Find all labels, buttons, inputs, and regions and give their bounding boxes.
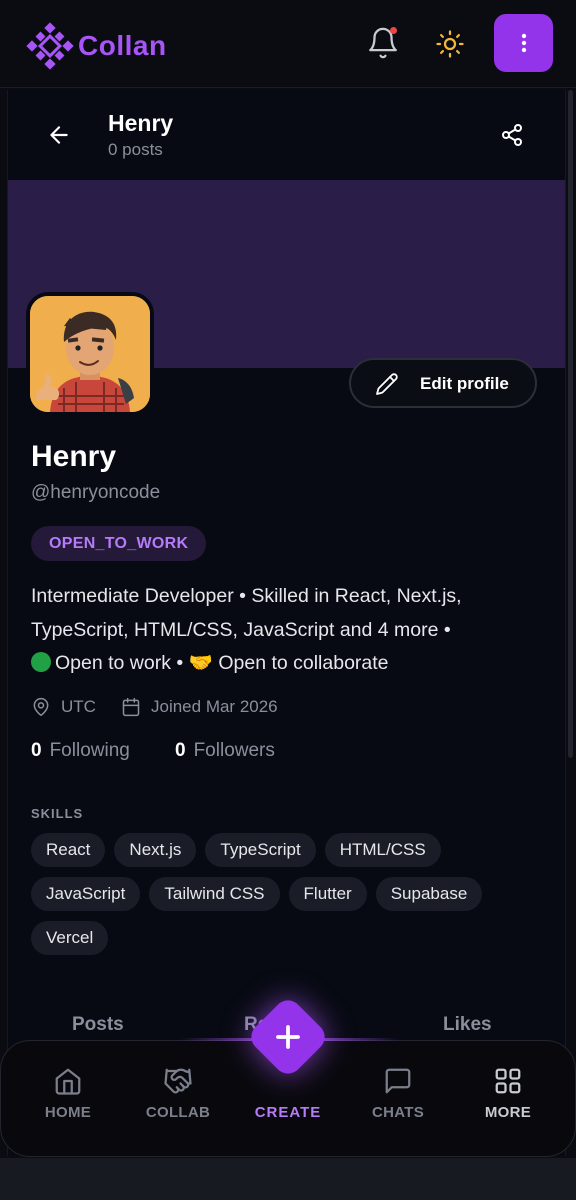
plus-icon (276, 1025, 300, 1049)
app-logo[interactable]: Collan (26, 22, 167, 70)
skill-chip[interactable]: JavaScript (31, 877, 141, 911)
bio-line: Intermediate Developer • Skilled in Reac… (31, 585, 462, 607)
joined-text: Joined Mar 2026 (151, 697, 278, 716)
nav-collab-label: COLLAB (145, 1104, 211, 1121)
nav-more[interactable]: MORE (463, 1066, 553, 1121)
profile-joined: Joined Mar 2026 (121, 697, 278, 717)
map-pin-icon (33, 697, 49, 717)
page-title: Henry (108, 110, 174, 136)
skill-chip[interactable]: Tailwind CSS (149, 877, 280, 911)
nav-chats-label: CHATS (371, 1104, 425, 1121)
collan-logo-icon (26, 22, 74, 70)
location-text: UTC (61, 697, 96, 716)
notification-dot (390, 27, 397, 34)
followers-count: 0 (175, 740, 186, 761)
pencil-icon (376, 373, 398, 395)
scrollbar[interactable] (568, 90, 573, 758)
profile-bio: Intermediate Developer • Skilled in Reac… (31, 580, 551, 681)
skill-chip[interactable]: TypeScript (205, 833, 316, 867)
bio-line: TypeScript, HTML/CSS, JavaScript and 4 m… (31, 618, 451, 641)
profile-location: UTC (31, 697, 96, 717)
skill-chip[interactable]: HTML/CSS (324, 833, 441, 867)
green-circle-icon (31, 652, 51, 672)
following-label: Following (49, 740, 130, 761)
chat-bubble-icon (385, 1068, 411, 1094)
nav-chats[interactable]: CHATS (353, 1066, 443, 1121)
tab-posts[interactable]: Posts (72, 1014, 124, 1036)
edit-profile-label: Edit profile (420, 374, 509, 393)
profile-handle: @henryoncode (31, 482, 161, 503)
skill-chip[interactable]: Vercel (31, 921, 109, 955)
skills-heading: SKILLS (31, 806, 84, 821)
arrow-left-icon[interactable] (46, 122, 72, 148)
kebab-menu-icon (521, 33, 526, 53)
menu-button[interactable] (494, 14, 553, 72)
status-badge: OPEN_TO_WORK (31, 526, 207, 561)
system-nav-bar (0, 1158, 576, 1200)
edit-profile-button[interactable]: Edit profile (349, 358, 537, 408)
skill-chip[interactable]: React (31, 833, 106, 867)
nav-create-label: CREATE (254, 1104, 322, 1121)
post-count: 0 posts (108, 140, 163, 159)
calendar-icon (122, 697, 140, 717)
nav-home-label: HOME (44, 1104, 92, 1121)
share-icon[interactable] (500, 123, 524, 147)
create-button[interactable] (245, 994, 331, 1080)
sun-icon[interactable] (435, 29, 465, 59)
followers-link[interactable]: 0 Followers (175, 740, 275, 762)
skill-chip[interactable]: Flutter (288, 877, 367, 911)
app-name: Collan (78, 30, 167, 61)
home-icon (55, 1068, 81, 1095)
skills-list: React Next.js TypeScript HTML/CSS JavaSc… (31, 833, 551, 955)
profile-name: Henry (31, 440, 117, 473)
app-bar: Collan (0, 0, 576, 88)
nav-home[interactable]: HOME (23, 1066, 113, 1121)
avatar[interactable] (26, 292, 154, 416)
grid-icon (495, 1068, 521, 1094)
bio-line: Open to work • 🤝 Open to collaborate (31, 647, 551, 681)
skill-chip[interactable]: Next.js (114, 833, 197, 867)
tab-likes[interactable]: Likes (443, 1014, 492, 1036)
following-link[interactable]: 0 Following (31, 740, 130, 762)
handshake-icon (164, 1068, 192, 1094)
followers-label: Followers (193, 740, 275, 761)
following-count: 0 (31, 740, 42, 761)
avatar-illustration (30, 296, 150, 412)
nav-more-label: MORE (484, 1104, 532, 1121)
skill-chip[interactable]: Supabase (375, 877, 483, 911)
nav-collab[interactable]: COLLAB (133, 1066, 223, 1121)
